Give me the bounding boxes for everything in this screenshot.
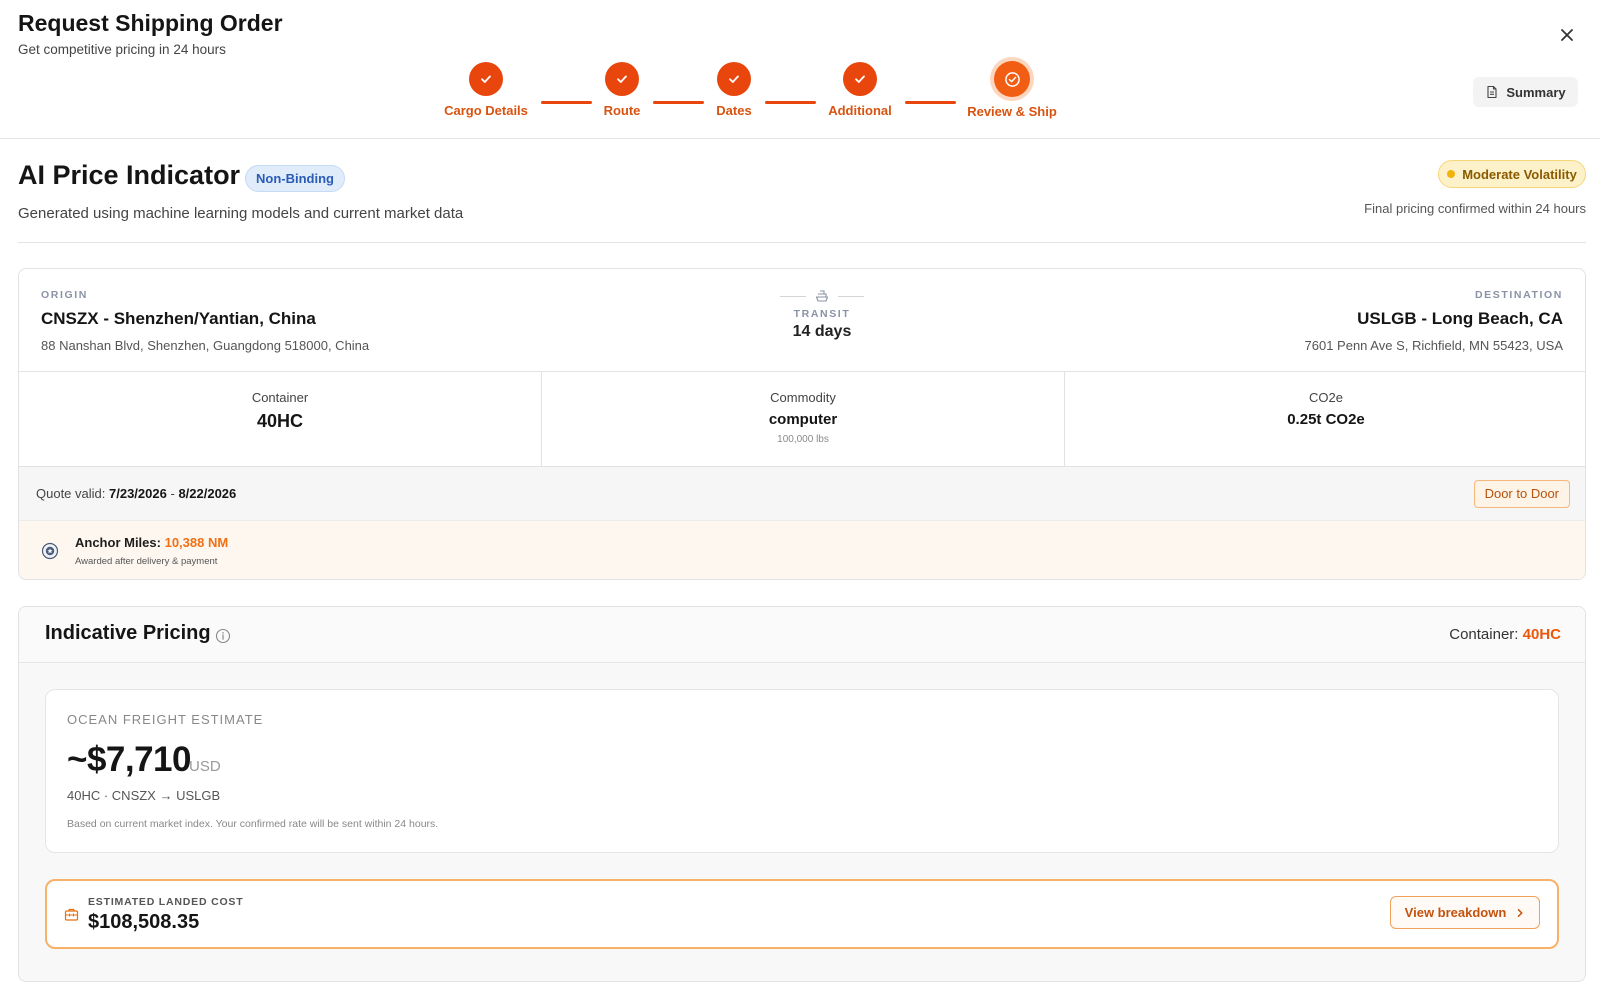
anchor-miles-label: Anchor Miles: [75, 535, 161, 550]
modal-header: Request Shipping Order Get competitive p… [0, 0, 1600, 139]
container-stat-label: Container [251, 390, 309, 405]
step-label: Review & Ship [967, 104, 1057, 119]
pricing-title: Indicative Pricing [45, 622, 211, 644]
pricing-container-value: 40HC [1522, 626, 1561, 643]
transit-line [780, 295, 806, 297]
transit-label: TRANSIT [793, 308, 851, 320]
final-pricing-note: Final pricing confirmed within 24 hours [1364, 201, 1586, 216]
origin-label: ORIGIN [41, 289, 88, 301]
container-stat: Container 40HC [19, 372, 541, 466]
close-button[interactable] [1555, 23, 1579, 47]
commodity-weight: 100,000 lbs [777, 434, 829, 445]
check-icon [617, 75, 627, 83]
pricing-container: Container: 40HC [1449, 626, 1561, 643]
info-icon[interactable] [215, 628, 231, 644]
quote-validity-label: Quote valid: [36, 486, 106, 501]
transit-block: TRANSIT 14 days [762, 287, 882, 341]
pricing-container-label: Container: [1449, 626, 1519, 643]
ocean-freight-route: 40HC · CNSZX → USLGB [67, 788, 221, 803]
step-review-ship[interactable]: Review & Ship [942, 61, 1082, 119]
co2-stat: CO2e 0.25t CO2e [1064, 372, 1585, 466]
service-type-badge: Door to Door [1473, 480, 1570, 508]
destination-address: 7601 Penn Ave S, Richfield, MN 55423, US… [1304, 338, 1563, 353]
transit-line [838, 295, 864, 297]
quote-separator: - [170, 486, 175, 501]
non-binding-badge: Non-Binding [245, 165, 345, 192]
co2-stat-label: CO2e [1309, 390, 1343, 405]
destination-name: USLGB - Long Beach, CA [1357, 309, 1563, 328]
step-circle [994, 61, 1030, 97]
ship-icon [815, 290, 829, 302]
commodity-stat-label: Commodity [770, 390, 836, 405]
ocean-freight-label: OCEAN FREIGHT ESTIMATE [67, 712, 264, 727]
landed-cost-value: $108,508.35 [88, 911, 200, 933]
check-icon [855, 75, 865, 83]
step-label: Dates [716, 103, 752, 118]
step-cargo-details[interactable]: Cargo Details [416, 62, 556, 118]
shipment-stats: Container 40HC Commodity computer 100,00… [19, 371, 1585, 467]
target-check-icon [1004, 71, 1020, 87]
view-breakdown-button[interactable]: View breakdown [1390, 896, 1540, 929]
step-circle [605, 62, 639, 96]
price-indicator-title: AI Price Indicator [18, 160, 241, 190]
close-icon [1561, 29, 1573, 41]
volatility-dot-icon [1447, 170, 1456, 178]
landed-cost-label: ESTIMATED LANDED COST [88, 896, 244, 908]
commodity-stat: Commodity computer 100,000 lbs [541, 372, 1064, 466]
check-icon [481, 75, 491, 83]
anchor-miles-note: Awarded after delivery & payment [75, 556, 218, 567]
progress-stepper: Cargo Details Route Dates Additional Rev… [0, 61, 1600, 124]
indicative-pricing-card: Indicative Pricing Container: 40HC OCEAN… [18, 606, 1586, 982]
ocean-freight-note: Based on current market index. Your conf… [67, 818, 439, 830]
ocean-freight-currency: USD [189, 758, 221, 775]
volatility-label: Moderate Volatility [1462, 166, 1577, 182]
step-circle [717, 62, 751, 96]
ocean-freight-price: ~$7,710 [67, 740, 192, 779]
anchor-miles-row: Anchor Miles: 10,388 NM Awarded after de… [19, 521, 1585, 579]
route-card: ORIGIN CNSZX - Shenzhen/Yantian, China 8… [18, 268, 1586, 580]
commodity-stat-value: computer [768, 411, 838, 428]
destination-label: DESTINATION [1475, 289, 1563, 301]
medal-icon [41, 542, 59, 560]
step-label: Additional [828, 103, 892, 118]
summary-button[interactable]: Summary [1473, 77, 1578, 107]
step-label: Cargo Details [444, 103, 528, 118]
quote-validity-row: Quote valid: 7/23/2026 - 8/22/2026 Door … [19, 467, 1585, 521]
document-icon [1487, 85, 1497, 99]
modal-subtitle: Get competitive pricing in 24 hours [18, 42, 226, 57]
step-circle [469, 62, 503, 96]
origin-address: 88 Nanshan Blvd, Shenzhen, Guangdong 518… [41, 338, 370, 353]
anchor-miles-title: Anchor Miles: 10,388 NM [75, 535, 228, 550]
quote-start-date: 7/23/2026 [109, 486, 167, 501]
pricing-header: Indicative Pricing Container: 40HC [19, 607, 1585, 663]
container-stat-value: 40HC [256, 411, 304, 431]
chevron-right-icon [1518, 908, 1523, 917]
co2-stat-value: 0.25t CO2e [1287, 411, 1365, 428]
step-circle [843, 62, 877, 96]
landed-cost-card: ESTIMATED LANDED COST $108,508.35 View b… [45, 879, 1559, 949]
quote-validity: Quote valid: 7/23/2026 - 8/22/2026 [36, 486, 236, 501]
check-icon [729, 75, 739, 83]
step-additional[interactable]: Additional [790, 62, 930, 118]
origin-name: CNSZX - Shenzhen/Yantian, China [41, 309, 316, 328]
section-divider [18, 242, 1586, 243]
anchor-miles-value: 10,388 NM [164, 535, 229, 550]
volatility-badge: Moderate Volatility [1438, 160, 1586, 188]
transit-value: 14 days [792, 323, 852, 340]
price-indicator-description: Generated using machine learning models … [18, 205, 464, 222]
quote-end-date: 8/22/2026 [178, 486, 237, 501]
step-dates[interactable]: Dates [664, 62, 804, 118]
ocean-freight-card: OCEAN FREIGHT ESTIMATE ~$7,710 USD 40HC … [45, 689, 1559, 853]
summary-label: Summary [1506, 84, 1566, 100]
briefcase-icon [64, 908, 79, 921]
view-breakdown-label: View breakdown [1404, 905, 1507, 920]
modal-title: Request Shipping Order [18, 10, 283, 36]
